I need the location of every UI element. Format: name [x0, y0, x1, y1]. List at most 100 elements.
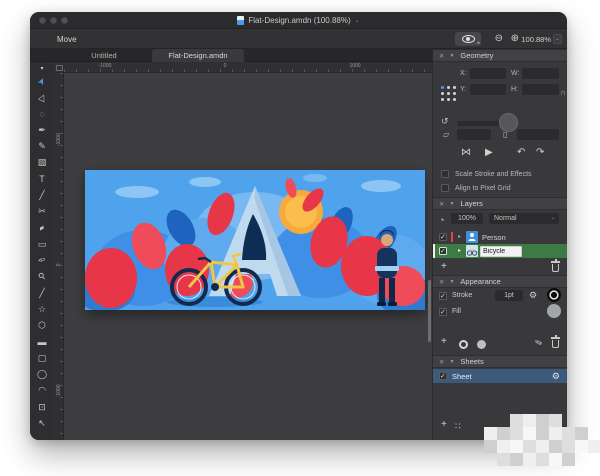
x-field[interactable] — [470, 68, 506, 79]
shear-v-icon: ▯ — [503, 130, 507, 139]
pen-tool[interactable]: ✒ — [30, 122, 54, 138]
text-tool[interactable]: T — [30, 171, 54, 187]
rect-tool[interactable]: ▬ — [30, 334, 54, 350]
stroke-width-field[interactable]: 1pt — [495, 290, 523, 301]
tab-flat-design[interactable]: Flat-Design.amdn — [152, 49, 244, 62]
move-tool[interactable]: ➤ — [30, 73, 54, 89]
opacity-value[interactable]: 100% — [451, 213, 483, 224]
sheet-gear-icon[interactable]: ⚙ — [552, 371, 560, 382]
zoom-in-button[interactable]: ⊕ — [511, 33, 519, 45]
scale-stroke-checkbox[interactable] — [441, 170, 449, 178]
canvas[interactable] — [64, 73, 432, 440]
ellipse-tool[interactable]: ◯ — [30, 366, 54, 382]
collapse-icon[interactable]: ▼ — [449, 359, 454, 365]
section-title: Layers — [460, 199, 483, 208]
stroke-label: Stroke — [452, 292, 472, 299]
gear-icon[interactable]: ⚙ — [529, 290, 537, 301]
lasso-tool[interactable]: ◌ — [30, 106, 54, 122]
sheet-grid-icon[interactable]: ∷ — [455, 421, 462, 432]
collapse-icon[interactable]: ▼ — [449, 279, 454, 285]
right-panel: ✕ ▼ Geometry X: W: Y: H: ⊂ ↺ ▱ ▯ ⋈ ▶ ↶ ↷ — [432, 49, 567, 440]
layer-rename-input[interactable] — [480, 246, 522, 257]
knife-tool[interactable]: ╱ — [30, 187, 54, 203]
zoom-dropdown[interactable]: ⌄ — [553, 34, 562, 44]
geometry-section-header[interactable]: ✕ ▼ Geometry — [433, 49, 567, 62]
add-sheet-button[interactable]: + — [441, 419, 447, 430]
line-tool[interactable]: ╱ — [30, 285, 54, 301]
collapse-icon[interactable]: ▼ — [449, 201, 454, 207]
polygon-tool[interactable]: ⬡ — [30, 317, 54, 333]
disclosure-icon[interactable]: ▸ — [458, 247, 461, 254]
view-options-button[interactable] — [455, 32, 481, 46]
add-layer-button[interactable]: + — [441, 261, 447, 272]
title-chevron-icon[interactable]: ⌄ — [355, 17, 360, 24]
collapse-icon[interactable]: ▼ — [449, 53, 454, 59]
layers-section-header[interactable]: ✕ ▼ Layers — [433, 197, 567, 210]
v-ruler-label: 0 — [56, 259, 62, 271]
zoom-out-button[interactable]: ⊖ — [495, 33, 503, 45]
anchor-point-grid[interactable] — [441, 86, 444, 89]
layer-row-bicycle[interactable]: ▸ — [433, 244, 567, 258]
align-pixel-grid-checkbox[interactable] — [441, 184, 449, 192]
eyedropper-tool[interactable]: ✑ — [30, 252, 54, 268]
selection-tool[interactable]: ▷ — [30, 89, 54, 105]
disclosure-icon[interactable]: ▸ — [458, 233, 461, 240]
rotate-ccw-button[interactable]: ↶ — [517, 147, 525, 158]
flip-vertical-button[interactable]: ▶ — [485, 147, 493, 158]
brush-icon[interactable]: ✐ — [534, 337, 545, 350]
rotate-cw-button[interactable]: ↷ — [536, 147, 544, 158]
fill-style-icon[interactable] — [477, 340, 486, 349]
watermark-mosaic — [484, 414, 600, 476]
slice-tool[interactable]: ▭ — [30, 236, 54, 252]
eraser-tool[interactable]: ▰ — [30, 220, 54, 236]
h-field[interactable] — [522, 84, 559, 95]
appearance-section-header[interactable]: ✕ ▼ Appearance — [433, 275, 567, 288]
shear-v-field[interactable] — [517, 129, 559, 140]
stroke-color-swatch[interactable] — [547, 288, 561, 302]
close-icon[interactable]: ✕ — [439, 52, 444, 60]
tab-untitled[interactable]: Untitled — [60, 49, 148, 62]
layer-name[interactable]: Person — [482, 233, 506, 242]
shear-h-field[interactable] — [457, 129, 491, 140]
layer-visibility-checkbox[interactable] — [439, 233, 447, 241]
canvas-vertical-scrollbar[interactable] — [428, 280, 431, 342]
pencil-tool[interactable]: ✎ — [30, 138, 54, 154]
add-appearance-button[interactable]: + — [441, 336, 447, 347]
rounded-rect-tool[interactable]: ▢ — [30, 350, 54, 366]
layer-row-person[interactable]: ▸ Person — [433, 230, 567, 244]
y-field[interactable] — [470, 84, 506, 95]
navigate-tool[interactable]: ↖ — [30, 415, 54, 431]
scissors-tool[interactable]: ✂ — [30, 203, 54, 219]
close-icon[interactable]: ✕ — [439, 278, 444, 286]
sheets-section-header[interactable]: ✕ ▼ Sheets — [433, 355, 567, 368]
title-bar[interactable]: Flat-Design.amdn (100.88%) ⌄ — [30, 12, 567, 29]
stroke-style-icon[interactable] — [459, 340, 468, 349]
delete-appearance-button[interactable] — [552, 340, 559, 348]
rotation-knob[interactable] — [499, 113, 518, 132]
fill-color-swatch[interactable] — [547, 304, 561, 318]
horizontal-ruler: -1000 0 1000 — [64, 62, 432, 73]
toolbar-collapse-icon[interactable]: ▾ — [30, 63, 54, 73]
zoom-level-value[interactable]: 100.88% — [521, 35, 551, 44]
flip-horizontal-button[interactable]: ⋈ — [461, 147, 471, 158]
star-tool[interactable]: ☆ — [30, 301, 54, 317]
stroke-checkbox[interactable] — [439, 292, 447, 300]
fill-checkbox[interactable] — [439, 308, 447, 316]
arc-tool[interactable]: ◠ — [30, 383, 54, 399]
w-field[interactable] — [522, 68, 559, 79]
ruler-origin-box[interactable] — [54, 62, 64, 73]
sheet-row[interactable]: Sheet ⚙ — [433, 369, 567, 383]
y-label: Y: — [460, 86, 466, 93]
delete-layer-button[interactable] — [552, 264, 559, 272]
close-icon[interactable]: ✕ — [439, 358, 444, 366]
artboard-tool[interactable]: ⊡ — [30, 399, 54, 415]
close-icon[interactable]: ✕ — [439, 200, 444, 208]
desktop: Flat-Design.amdn (100.88%) ⌄ Move ⊖ ⊕ 10… — [0, 0, 600, 476]
zoom-tool[interactable]: ⚲ — [30, 269, 54, 285]
blend-mode-dropdown[interactable]: Normal ⌄ — [489, 213, 559, 224]
artwork-flat-design[interactable] — [85, 170, 425, 310]
layer-visibility-checkbox[interactable] — [439, 247, 447, 255]
sheet-visibility-checkbox[interactable] — [439, 372, 447, 380]
gradient-tool[interactable]: ▧ — [30, 154, 54, 170]
link-wh-icon[interactable]: ⊂ — [559, 90, 567, 96]
